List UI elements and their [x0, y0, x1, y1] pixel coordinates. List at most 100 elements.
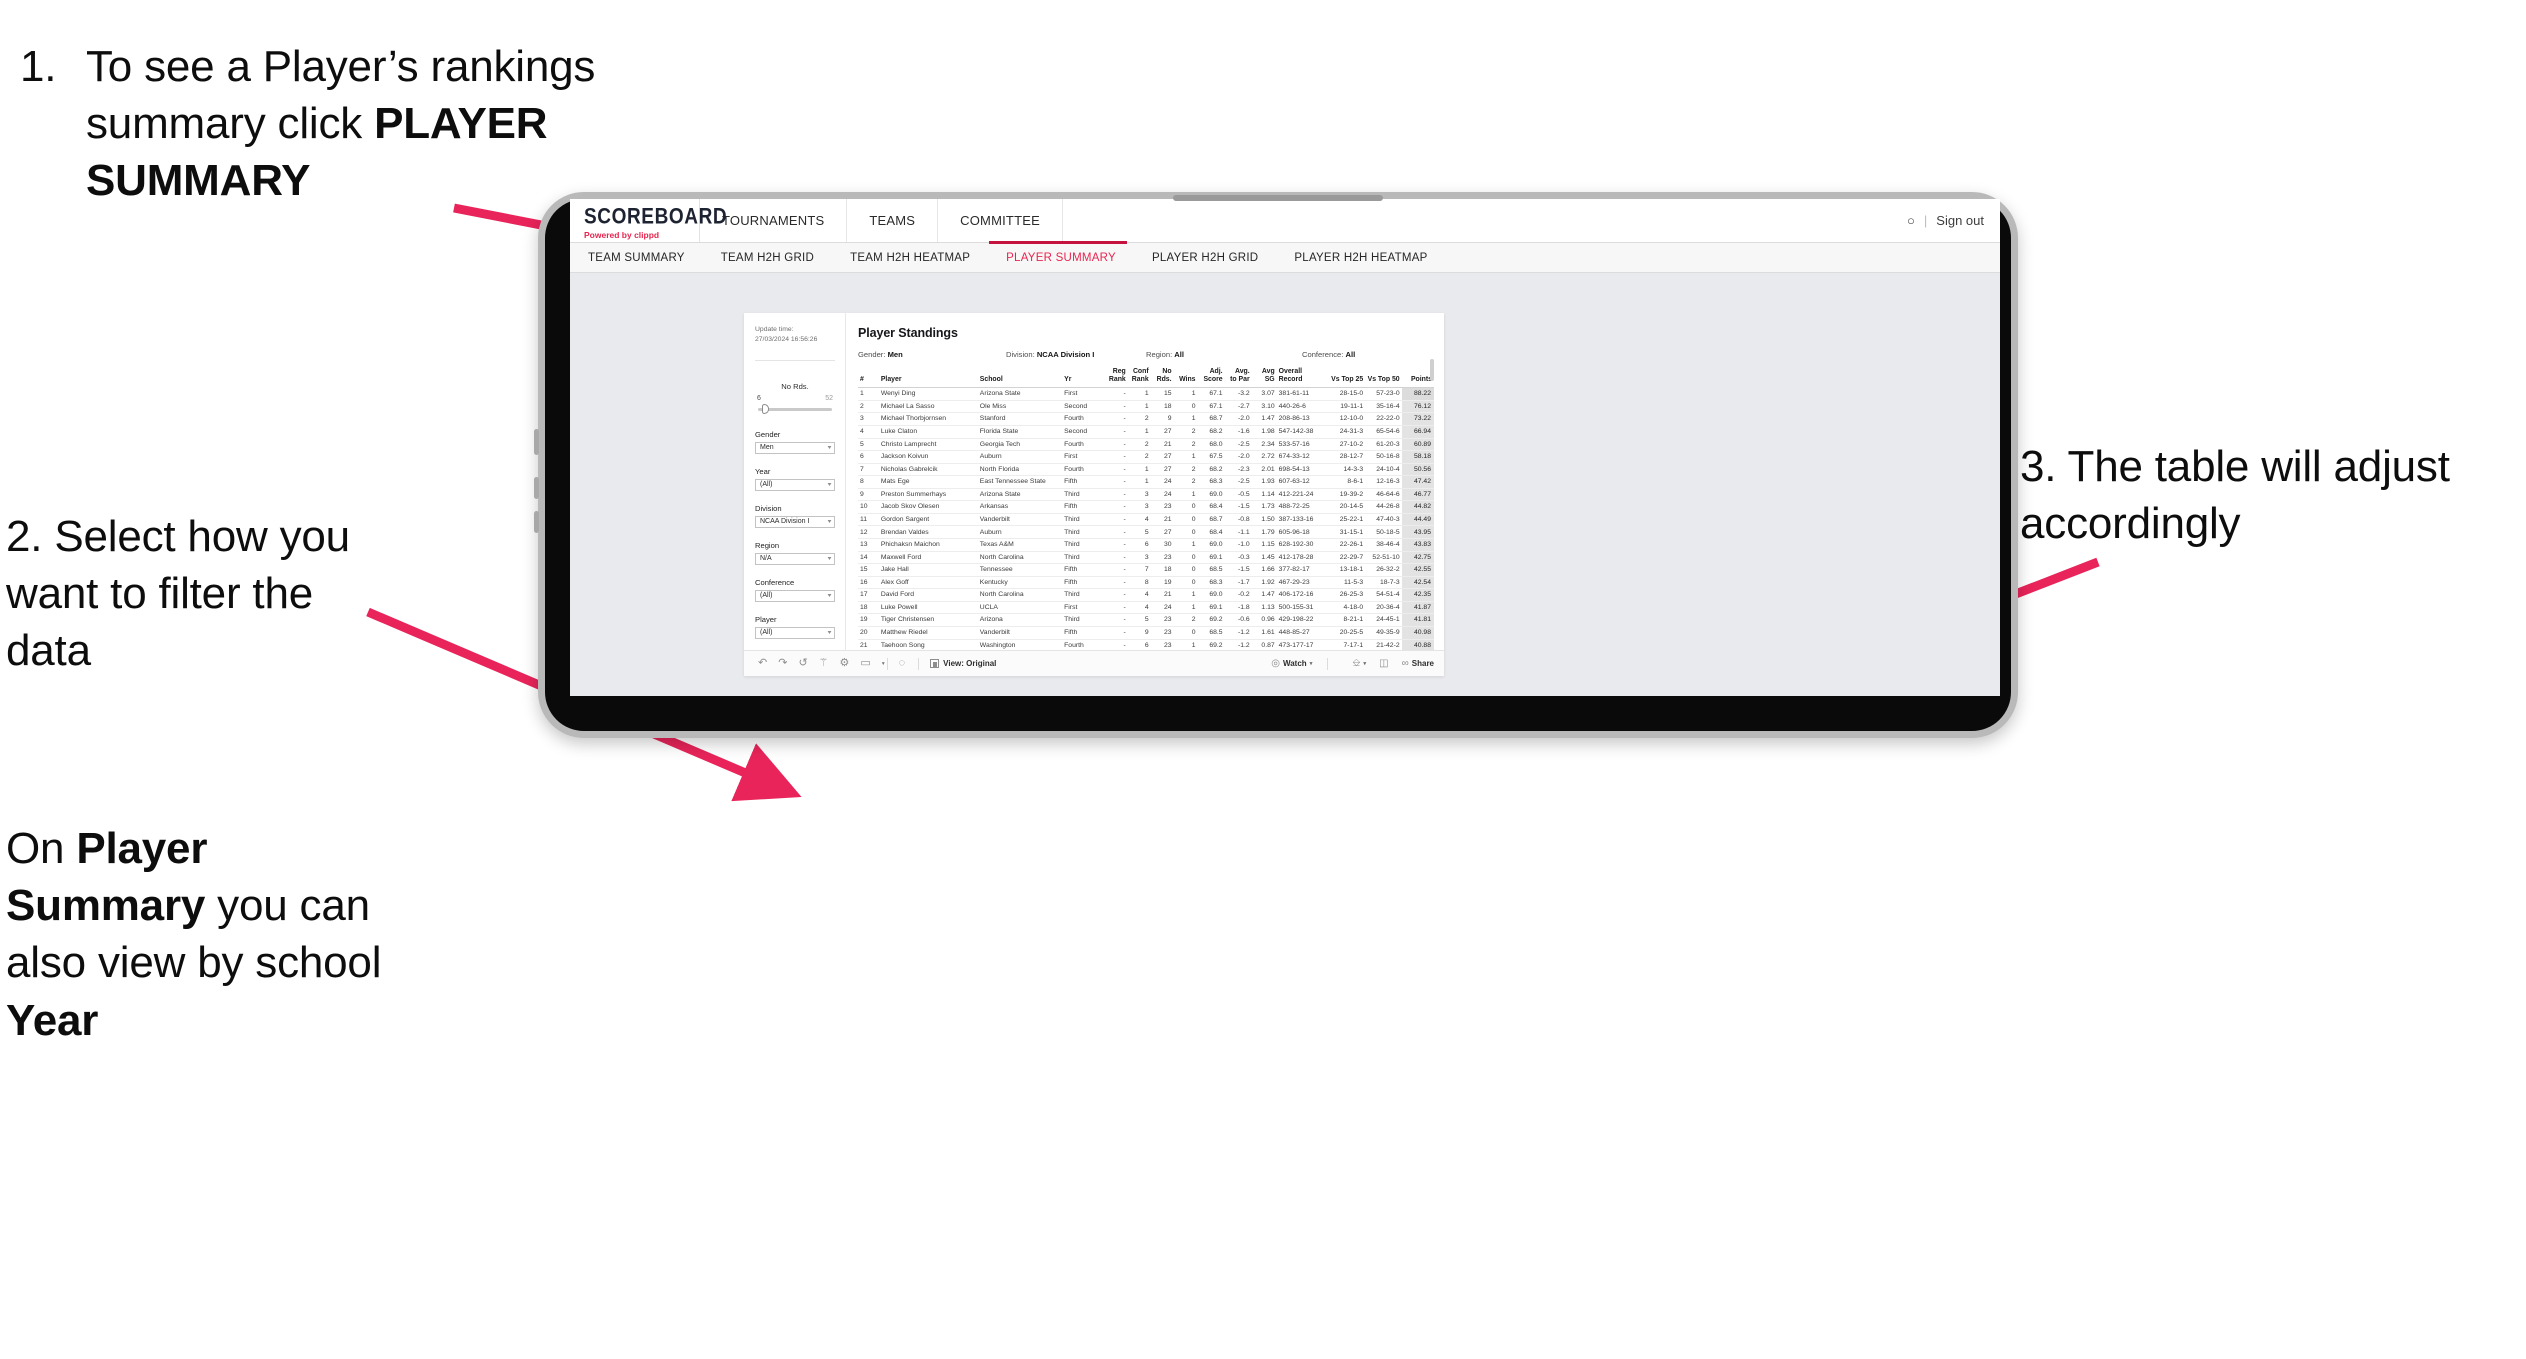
filter-region-select[interactable]: N/A ▾ [755, 552, 835, 565]
annotation-1-line3-bold: SUMMARY [86, 156, 311, 206]
col-adj-score[interactable]: Adj. Score [1197, 368, 1225, 389]
cell-9: -2.7 [1224, 400, 1252, 414]
table-row[interactable]: 13 Phichaksn Maichon Texas A&M Third -6 30 1 69… [858, 538, 1434, 552]
cell-1: Michael Thorbjornsen [878, 412, 978, 426]
topnav-item-teams[interactable]: TEAMS [847, 199, 939, 242]
filter-conference-select[interactable]: (All) ▾ [755, 589, 835, 602]
watch-button[interactable]: ◎ Watch ▾ [1271, 658, 1312, 669]
meta-conference-label: Conference: [1302, 350, 1346, 359]
col-conf-rank[interactable]: Conf Rank [1127, 368, 1151, 389]
filter-gender: Gender Men ▾ [755, 430, 835, 454]
cell-8: 68.4 [1197, 525, 1225, 540]
clock-icon[interactable]: ◌ [899, 658, 906, 669]
col-no-rds[interactable]: No Rds. [1150, 368, 1174, 389]
table-row[interactable]: 5 Christo Lamprecht Georgia Tech Fourth -2 21… [858, 438, 1434, 452]
watch-icon: ◎ [1271, 658, 1280, 669]
col-vs-top-50[interactable]: Vs Top 50 [1365, 368, 1402, 389]
cell-5: 4 [1127, 588, 1151, 602]
tablet-power-button[interactable] [534, 511, 539, 533]
tab-player-summary[interactable]: PLAYER SUMMARY [1006, 252, 1116, 264]
col-overall-record[interactable]: Overall Record [1276, 368, 1329, 389]
cell-13: 12-16-3 [1365, 475, 1402, 489]
table-row[interactable]: 10 Jacob Skov Olesen Arkansas Fifth -3 23 0 68.… [858, 500, 1434, 514]
tab-team-h2h-grid[interactable]: TEAM H2H GRID [721, 252, 814, 264]
user-avatar-icon[interactable]: ○ [1907, 213, 1915, 228]
table-row[interactable]: 8 Mats Ege East Tennessee State Fifth -1 24 2 6… [858, 475, 1434, 489]
filter-division-select[interactable]: NCAA Division I ▾ [755, 515, 835, 528]
shape-icon[interactable]: ▭ [860, 658, 870, 669]
table-row[interactable]: 2 Michael La Sasso Ole Miss Second -1 18 0 67.1… [858, 400, 1434, 414]
tablet-volume-down-button[interactable] [534, 477, 539, 499]
table-row[interactable]: 14 Maxwell Ford North Carolina Third -3 23 0 69… [858, 551, 1434, 565]
table-row[interactable]: 19 Tiger Christensen Arizona Third -5 23 2 69.2… [858, 613, 1434, 627]
filter-year-select[interactable]: (All) ▾ [755, 478, 835, 491]
table-vertical-scrollbar[interactable] [1430, 359, 1434, 650]
cell-3: First [1062, 450, 1105, 464]
table-row[interactable]: 12 Brendan Valdes Auburn Third -5 27 0 68.4 -1.1… [858, 525, 1434, 540]
table-row[interactable]: 20 Matthew Riedel Vanderbilt Fifth -9 23 0 68.5… [858, 626, 1434, 640]
cell-13: 18-7-3 [1365, 576, 1402, 590]
table-row[interactable]: 7 Nicholas Gabrelcik North Florida Fourth -1… [858, 463, 1434, 477]
table-row[interactable]: 15 Jake Hall Tennessee Fifth -7 18 0 68.5 -1.5 1.… [858, 563, 1434, 577]
sign-out-link[interactable]: Sign out [1936, 213, 1984, 228]
fullscreen-button[interactable]: ◫ [1379, 658, 1388, 669]
annotation-step-2-extra: On Player Summary you can also view by s… [6, 820, 406, 1049]
col-player[interactable]: Player [878, 368, 978, 389]
cell-10: 2.72 [1251, 450, 1277, 464]
col-avg-sg[interactable]: Avg SG [1251, 368, 1277, 389]
cell-9: -2.5 [1224, 438, 1252, 452]
table-row[interactable]: 1 Wenyi Ding Arizona State First -1 15 1 67.1 -3… [858, 387, 1434, 401]
table-row[interactable]: 11 Gordon Sargent Vanderbilt Third -4 21 0 68.7… [858, 513, 1434, 527]
tab-player-h2h-grid[interactable]: PLAYER H2H GRID [1152, 252, 1258, 264]
share-button[interactable]: ∞ Share [1402, 658, 1434, 669]
scrollbar-thumb[interactable] [1430, 359, 1434, 381]
table-row[interactable]: 3 Michael Thorbjornsen Stanford Fourth -2 9 1 6… [858, 412, 1434, 426]
table-row[interactable]: 17 David Ford North Carolina Third -4 21 1 69.0… [858, 588, 1434, 602]
cell-5: 4 [1127, 601, 1151, 615]
chevron-down-icon[interactable]: ▾ [882, 661, 885, 667]
table-row[interactable]: 9 Preston Summerhays Arizona State Third -3 2… [858, 488, 1434, 502]
table-row[interactable]: 16 Alex Goff Kentucky Fifth -8 19 0 68.3 -1.7 1.9… [858, 576, 1434, 590]
tab-team-summary[interactable]: TEAM SUMMARY [588, 252, 685, 264]
view-original-button[interactable]: View: Original [930, 659, 996, 668]
filter-player-select[interactable]: (All) ▾ [755, 626, 835, 639]
col-vs-top-25[interactable]: Vs Top 25 [1328, 368, 1366, 389]
redo-icon[interactable]: ↷ [778, 658, 787, 669]
update-time-block: Update time: 27/03/2024 16:56:26 [755, 325, 835, 361]
page-title: Player Standings [858, 326, 958, 340]
cell-2: Arizona State [977, 387, 1063, 401]
tab-player-h2h-heatmap[interactable]: PLAYER H2H HEATMAP [1294, 252, 1427, 264]
cell-11: 412-178-28 [1276, 551, 1329, 565]
table-row[interactable]: 6 Jackson Koivun Auburn First -2 27 1 67.5 -2.0 2… [858, 450, 1434, 464]
table-row[interactable]: 21 Taehoon Song Washington Fourth -6 23 1 69.2-… [858, 639, 1434, 650]
no-rounds-slider-track[interactable] [758, 404, 832, 415]
col-avg-to-par[interactable]: Avg. to Par [1224, 368, 1252, 389]
topnav-item-committee[interactable]: COMMITTEE [938, 199, 1063, 242]
revert-icon[interactable]: ↺ [798, 658, 807, 669]
download-button[interactable]: ⎒ ▾ [1352, 658, 1366, 669]
cell-12: 19-11-1 [1328, 400, 1366, 414]
table-header-row: # Player School Yr Reg Rank Conf Rank No… [858, 368, 1434, 389]
cell-3: Third [1062, 488, 1105, 502]
undo-icon[interactable]: ↶ [758, 658, 767, 669]
tablet-volume-up-button[interactable] [534, 429, 539, 455]
col-yr[interactable]: Yr [1062, 368, 1105, 389]
col-reg-rank[interactable]: Reg Rank [1104, 368, 1128, 389]
pause-auto-update-icon[interactable]: ⚙ [840, 658, 850, 669]
refresh-data-icon[interactable]: ⚚ [819, 658, 829, 669]
app-logo[interactable]: SCOREBOARD Powered by clippd [570, 199, 727, 242]
tab-team-h2h-heatmap[interactable]: TEAM H2H HEATMAP [850, 252, 970, 264]
col-school[interactable]: School [977, 368, 1063, 389]
table-row[interactable]: 4 Luke Claton Florida State Second -1 27 2 68.2… [858, 425, 1434, 439]
table-row[interactable]: 18 Luke Powell UCLA First -4 24 1 69.1 -1.8 1.13 5… [858, 601, 1434, 615]
cell-6: 24 [1150, 601, 1174, 615]
col-wins[interactable]: Wins [1173, 368, 1198, 389]
cell-11: 406-172-16 [1276, 588, 1329, 602]
cell-4: - [1104, 400, 1128, 414]
no-rounds-slider-handle[interactable] [762, 404, 770, 415]
cell-3: Second [1062, 425, 1105, 439]
cell-5: 8 [1127, 576, 1151, 590]
cell-12: 12-10-0 [1328, 412, 1366, 426]
col-rank[interactable]: # [858, 368, 879, 389]
filter-gender-select[interactable]: Men ▾ [755, 441, 835, 454]
